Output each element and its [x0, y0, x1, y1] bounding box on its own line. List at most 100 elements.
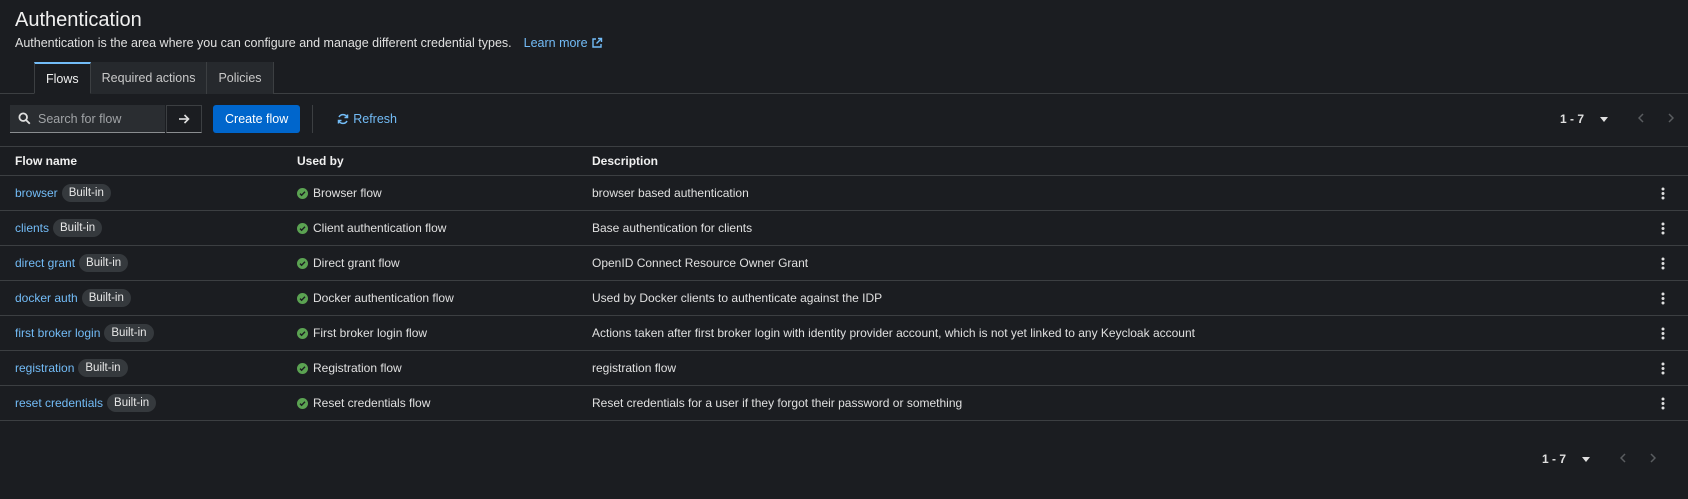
description-cell: Used by Docker clients to authenticate a… [592, 291, 883, 305]
kebab-icon [1661, 292, 1665, 304]
learn-more-link[interactable]: Learn more [524, 36, 603, 50]
search-icon [10, 112, 38, 125]
check-circle-icon [297, 327, 308, 339]
row-actions-kebab[interactable] [1638, 222, 1688, 235]
chevron-left-icon [1619, 453, 1626, 463]
row-actions-kebab[interactable] [1638, 187, 1688, 200]
caret-down-icon [1600, 116, 1608, 122]
search-submit-button[interactable] [166, 105, 202, 133]
toolbar-divider [312, 105, 314, 133]
tab-required-actions-label: Required actions [101, 71, 196, 85]
used-by-cell: Client authentication flow [297, 221, 592, 235]
next-page-button-bottom[interactable] [1650, 452, 1657, 466]
flow-name-link[interactable]: registration [15, 361, 74, 375]
used-by-cell: Direct grant flow [297, 256, 592, 270]
row-actions-kebab[interactable] [1638, 397, 1688, 410]
flow-name-link[interactable]: clients [15, 221, 49, 235]
pagination-range-bottom: 1 - 7 [1541, 452, 1566, 466]
description-cell: Base authentication for clients [592, 221, 753, 235]
column-header-used-by: Used by [297, 154, 344, 168]
table-row: docker auth Built-in Docker authenticati… [0, 281, 1688, 316]
used-by-text: First broker login flow [313, 326, 428, 340]
page-subtitle: Authentication is the area where you can… [15, 36, 512, 50]
kebab-icon [1661, 362, 1665, 374]
kebab-icon [1661, 222, 1665, 234]
built-in-badge: Built-in [79, 254, 129, 272]
chevron-right-icon [1668, 113, 1675, 123]
table-row: registration Built-in Registration flow … [0, 351, 1688, 386]
pagination-range: 1 - 7 [1559, 112, 1584, 126]
flow-name-link[interactable]: reset credentials [15, 396, 103, 410]
used-by-text: Direct grant flow [313, 256, 400, 270]
kebab-icon [1661, 397, 1665, 409]
description-cell: browser based authentication [592, 186, 749, 200]
table-row: browser Built-in Browser flow browser ba… [0, 176, 1688, 211]
refresh-icon [337, 113, 349, 125]
next-page-button[interactable] [1668, 112, 1675, 126]
kebab-icon [1661, 327, 1665, 339]
check-circle-icon [297, 222, 308, 234]
flow-name-cell: reset credentials Built-in [0, 394, 297, 412]
flow-name-cell: docker auth Built-in [0, 289, 297, 307]
description-cell: registration flow [592, 361, 677, 375]
per-page-toggle[interactable]: 1 - 7 [1560, 112, 1608, 126]
refresh-button[interactable]: Refresh [337, 112, 397, 126]
chevron-right-icon [1650, 453, 1657, 463]
row-actions-kebab[interactable] [1638, 327, 1688, 340]
row-actions-kebab[interactable] [1638, 362, 1688, 375]
external-link-icon [591, 37, 602, 48]
flow-name-link[interactable]: first broker login [15, 326, 100, 340]
built-in-badge: Built-in [107, 394, 157, 412]
built-in-badge: Built-in [81, 289, 131, 307]
previous-page-button[interactable] [1637, 112, 1644, 126]
used-by-cell: Reset credentials flow [297, 396, 592, 410]
built-in-badge: Built-in [61, 184, 111, 202]
page-description: Authentication is the area where you can… [15, 36, 1673, 50]
flow-name-cell: first broker login Built-in [0, 324, 297, 342]
column-header-description: Description [592, 154, 659, 168]
row-actions-kebab[interactable] [1638, 257, 1688, 270]
used-by-cell: Browser flow [297, 186, 592, 200]
page-title: Authentication [15, 9, 142, 31]
row-actions-kebab[interactable] [1638, 292, 1688, 305]
check-circle-icon [297, 187, 308, 199]
flow-name-cell: direct grant Built-in [0, 254, 297, 272]
chevron-left-icon [1637, 113, 1644, 123]
kebab-icon [1661, 257, 1665, 269]
flow-name-link[interactable]: direct grant [15, 256, 75, 270]
flow-name-cell: clients Built-in [0, 219, 297, 237]
kebab-icon [1661, 187, 1665, 199]
used-by-text: Docker authentication flow [313, 291, 454, 305]
flow-name-cell: browser Built-in [0, 184, 297, 202]
tab-flows-label: Flows [46, 71, 79, 86]
per-page-toggle-bottom[interactable]: 1 - 7 [1542, 452, 1590, 466]
flow-name-link[interactable]: docker auth [15, 291, 78, 305]
built-in-badge: Built-in [53, 219, 103, 237]
built-in-badge: Built-in [78, 359, 128, 377]
tab-required-actions[interactable]: Required actions [90, 62, 208, 94]
refresh-label: Refresh [353, 112, 398, 126]
create-flow-button[interactable]: Create flow [213, 105, 301, 133]
used-by-text: Client authentication flow [313, 221, 447, 235]
used-by-text: Registration flow [313, 361, 402, 375]
tab-flows[interactable]: Flows [34, 62, 91, 94]
search-input[interactable] [38, 111, 158, 126]
column-header-flow-name: Flow name [15, 154, 78, 168]
arrow-right-icon [179, 114, 190, 124]
flow-name-link[interactable]: browser [15, 186, 58, 200]
used-by-text: Browser flow [313, 186, 382, 200]
table-row: clients Built-in Client authentication f… [0, 211, 1688, 246]
tab-policies[interactable]: Policies [207, 62, 274, 94]
flows-table: Flow name Used by Description browser Bu… [0, 146, 1688, 421]
tab-bar: Flows Required actions Policies [0, 62, 1688, 94]
description-cell: Reset credentials for a user if they for… [592, 396, 963, 410]
description-cell: Actions taken after first broker login w… [592, 326, 1195, 340]
table-header: Flow name Used by Description [0, 146, 1688, 176]
used-by-text: Reset credentials flow [313, 396, 431, 410]
previous-page-button-bottom[interactable] [1619, 452, 1626, 466]
tab-policies-label: Policies [218, 71, 262, 85]
caret-down-icon [1582, 456, 1590, 462]
check-circle-icon [297, 292, 308, 304]
search-box [10, 105, 165, 133]
used-by-cell: Docker authentication flow [297, 291, 592, 305]
